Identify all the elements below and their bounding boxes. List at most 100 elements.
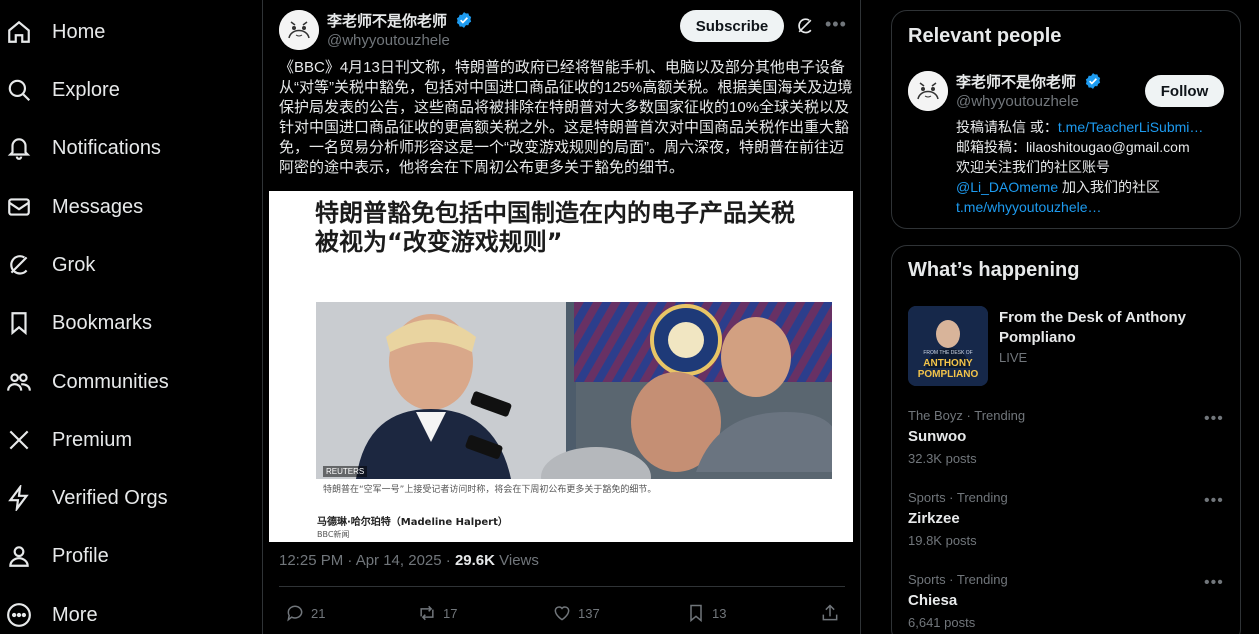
- nav-explore-label: Explore: [52, 78, 120, 101]
- views-count: 29.6K: [454, 552, 495, 569]
- trend-context: The Boyz · Trending: [908, 408, 1026, 423]
- home-icon: [6, 19, 32, 45]
- reply-icon: [287, 605, 303, 622]
- trend-context: Sports · Trending: [908, 572, 1008, 587]
- nav-premium[interactable]: Premium: [0, 415, 132, 465]
- reply-count: 21: [311, 605, 326, 621]
- views-label: Views: [494, 552, 539, 569]
- nav-explore[interactable]: Explore: [0, 65, 120, 115]
- grok-icon: [6, 252, 32, 278]
- live-event-thumbnail: FROM THE DESK OF ANTHONY POMPLIANO: [908, 306, 988, 386]
- bookmark-icon: [6, 310, 32, 336]
- thumb-caption-1: ANTHONY: [923, 358, 973, 369]
- tweet-timestamp[interactable]: 12:25 PM · Apr 14, 2025 ·: [279, 552, 455, 569]
- person-handle[interactable]: @whyyoutouzhele: [956, 93, 1079, 110]
- share-icon: [822, 604, 838, 621]
- verified-badge-icon: [457, 12, 472, 28]
- trend-name: Sunwoo: [908, 428, 967, 445]
- bio-mention-link[interactable]: @Li_DAOmeme: [956, 179, 1058, 195]
- nav-more-label: More: [52, 603, 98, 626]
- nav-profile-label: Profile: [52, 544, 109, 567]
- trend-context: Sports · Trending: [908, 490, 1008, 505]
- follow-button[interactable]: Follow: [1145, 75, 1224, 107]
- nav-messages-label: Messages: [52, 195, 144, 218]
- heart-icon: [554, 606, 570, 621]
- bio-line4-suffix: 加入我们的社区: [1058, 179, 1161, 195]
- tweet-metadata: 12:25 PM · Apr 14, 2025 · 29.6K Views: [279, 552, 539, 569]
- live-badge: LIVE: [999, 350, 1028, 365]
- nav-bookmarks[interactable]: Bookmarks: [0, 298, 152, 348]
- author-name[interactable]: 李老师不是你老师: [327, 10, 473, 31]
- image-headline: 特朗普豁免包括中国制造在内的电子产品关税 被视为“改变游戏规则”: [315, 199, 795, 256]
- nav-notifications-label: Notifications: [52, 136, 161, 159]
- more-circle-icon: [6, 602, 32, 628]
- person-avatar[interactable]: [908, 71, 948, 111]
- nav-profile[interactable]: Profile: [0, 531, 109, 581]
- news-photo: [316, 302, 832, 479]
- search-icon: [6, 77, 32, 103]
- photo-credit: REUTERS: [323, 466, 368, 477]
- more-options-icon[interactable]: •••: [825, 14, 846, 34]
- repost-button[interactable]: 17: [417, 602, 457, 624]
- thumb-caption-2: POMPLIANO: [917, 369, 979, 380]
- trend-name: Zirkzee: [908, 510, 960, 527]
- nav-more[interactable]: More: [0, 590, 98, 634]
- envelope-icon: [6, 194, 32, 220]
- trend-name: Chiesa: [908, 592, 958, 609]
- bio-telegram-link[interactable]: t.me/TeacherLiSubmi…: [1058, 119, 1204, 135]
- nav-verified-orgs-label: Verified Orgs: [52, 486, 168, 509]
- person-name-text: 李老师不是你老师: [956, 74, 1077, 91]
- nav-notifications[interactable]: Notifications: [0, 123, 161, 173]
- relevant-people-title: Relevant people: [908, 25, 1062, 47]
- bookmark-icon: [690, 604, 702, 623]
- nav-verified-orgs[interactable]: Verified Orgs: [0, 473, 168, 523]
- repost-count: 17: [443, 605, 458, 621]
- tweet-image[interactable]: 特朗普豁免包括中国制造在内的电子产品关税 被视为“改变游戏规则” REUTERS…: [269, 191, 853, 542]
- nav-bookmarks-label: Bookmarks: [52, 311, 153, 334]
- like-button[interactable]: 137: [552, 602, 600, 624]
- author-handle[interactable]: @whyyoutouzhele: [327, 32, 450, 49]
- nav-home[interactable]: Home: [0, 7, 105, 57]
- bio-line1-prefix: 投稿请私信 或：: [956, 119, 1058, 135]
- bookmark-button[interactable]: 13: [686, 602, 726, 624]
- reply-button[interactable]: 21: [285, 602, 325, 624]
- grok-icon[interactable]: [795, 16, 815, 36]
- nav-communities[interactable]: Communities: [0, 357, 169, 407]
- person-icon: [6, 543, 32, 569]
- relevant-people-card: Relevant people 李老师不是你老师 @whyyoutouzhele…: [891, 10, 1241, 229]
- divider: [279, 586, 845, 587]
- repost-icon: [420, 605, 434, 621]
- person-name[interactable]: 李老师不是你老师: [956, 71, 1102, 92]
- trend-post-count: 6,641 posts: [908, 615, 976, 630]
- trend-more-icon[interactable]: •••: [1204, 492, 1224, 510]
- trend-more-icon[interactable]: •••: [1204, 574, 1224, 592]
- article-source: BBC新闻: [317, 530, 350, 539]
- lightning-icon: [6, 485, 32, 511]
- trend-more-icon[interactable]: •••: [1204, 410, 1224, 428]
- whats-happening-title: What’s happening: [908, 259, 1080, 281]
- nav-premium-label: Premium: [52, 428, 133, 451]
- like-count: 137: [578, 605, 600, 621]
- subscribe-button[interactable]: Subscribe: [680, 10, 784, 42]
- tweet-detail: 李老师不是你老师 @whyyoutouzhele Subscribe ••• 《…: [262, 0, 861, 634]
- nav-grok[interactable]: Grok: [0, 240, 95, 290]
- verified-badge-icon: [1086, 73, 1101, 89]
- person-bio: 投稿请私信 或：t.me/TeacherLiSubmi… 邮箱投稿：lilaos…: [956, 117, 1228, 217]
- nav-grok-label: Grok: [52, 253, 96, 276]
- photo-caption: 特朗普在“空军一号”上接受记者访问时称，将会在下周初公布更多关于豁免的细节。: [323, 485, 657, 495]
- whats-happening-card: What’s happening FROM THE DESK OF ANTHON…: [891, 245, 1241, 634]
- bio-telegram-link-2[interactable]: t.me/whyyoutouzhele…: [956, 199, 1102, 215]
- communities-icon: [6, 369, 32, 395]
- x-logo-icon: [6, 427, 32, 453]
- author-name-text: 李老师不是你老师: [327, 13, 448, 30]
- share-button[interactable]: [820, 602, 846, 624]
- thumb-caption-small: FROM THE DESK OF: [923, 350, 973, 356]
- bookmark-count: 13: [712, 605, 727, 621]
- nav-messages[interactable]: Messages: [0, 182, 143, 232]
- author-avatar[interactable]: [279, 10, 319, 50]
- nav-communities-label: Communities: [52, 370, 169, 393]
- left-navigation: Home Explore Notifications Messages Grok…: [0, 0, 262, 634]
- tweet-text: 《BBC》4月13日刊文称，特朗普的政府已经将智能手机、电脑以及部分其他电子设备…: [279, 59, 853, 176]
- trend-post-count: 19.8K posts: [908, 533, 977, 548]
- article-byline: 马德琳·哈尔珀特（Madeline Halpert）: [317, 517, 508, 528]
